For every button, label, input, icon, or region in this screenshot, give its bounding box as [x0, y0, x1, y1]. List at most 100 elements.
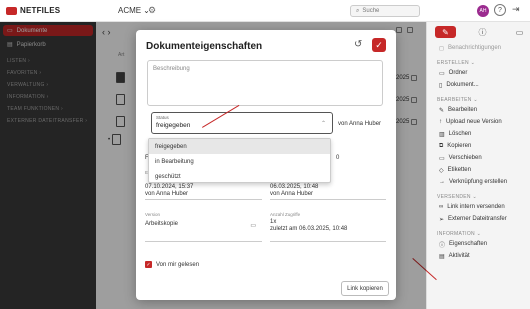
- upload-icon: ↑: [439, 119, 442, 125]
- version-value: Arbeitskopie: [145, 221, 179, 227]
- ordner-button[interactable]: ▭ Ordner: [427, 67, 530, 79]
- help-icon[interactable]: ?: [494, 4, 506, 16]
- kopieren-button[interactable]: ⧉ Kopieren: [427, 140, 530, 152]
- bell-icon: ◻: [439, 45, 444, 52]
- externer-transfer-button[interactable]: ➢ Externer Dateitransfer: [427, 213, 530, 225]
- changed-by: von Anna Huber: [270, 191, 314, 197]
- chevron-up-icon: ⌃: [320, 121, 326, 127]
- verschieben-button[interactable]: ▭ Verschieben: [427, 152, 530, 164]
- panel-tabs: ✎ ⓘ ▭: [427, 22, 530, 42]
- aktivitaet-button[interactable]: ▤ Aktivität: [427, 250, 530, 262]
- search-placeholder: Suche: [362, 8, 380, 14]
- item-label: Ordner: [448, 70, 468, 76]
- item-label: Etiketten: [447, 167, 471, 173]
- link-arrow-icon: →: [439, 179, 445, 185]
- option-geschuetzt[interactable]: geschützt: [149, 169, 330, 184]
- option-in-bearbeitung[interactable]: in Bearbeitung: [149, 154, 330, 169]
- status-label: Status: [156, 115, 169, 120]
- trash-icon: ▥: [439, 131, 445, 138]
- hidden-value: 0: [336, 155, 340, 161]
- comment-tab-icon[interactable]: ▭: [509, 26, 530, 38]
- description-placeholder: Beschreibung: [153, 66, 190, 72]
- section-label: ERSTELLEN: [437, 59, 469, 66]
- item-label: Upload neue Version: [446, 119, 502, 125]
- status-dropdown: freigegeben in Bearbeitung geschützt: [148, 138, 331, 183]
- link-icon: ∞: [439, 204, 444, 210]
- benachrichtigungen-button[interactable]: ◻ Benachrichtigungen: [427, 42, 530, 54]
- copy-link-button[interactable]: Link kopieren: [341, 281, 389, 296]
- search-icon: ⌕: [356, 7, 360, 14]
- dokument-button[interactable]: ▯ Dokument...: [427, 79, 530, 91]
- checkbox-checked-icon: ✓: [145, 261, 152, 268]
- section-label: BEARBEITEN: [437, 96, 472, 103]
- link-intern-button[interactable]: ∞ Link intern versenden: [427, 201, 530, 213]
- check-icon: ✓: [375, 39, 383, 50]
- access-count: 1x: [270, 219, 277, 225]
- section-versenden[interactable]: VERSENDEN ⌄: [427, 192, 530, 201]
- changed-date: 06.03.2025, 10:48: [270, 184, 319, 190]
- copy-icon: ⧉: [439, 142, 444, 149]
- section-bearbeiten[interactable]: BEARBEITEN ⌄: [427, 95, 530, 104]
- top-bar: NETFILES ACME ⌄ ⚙ ⌕ Suche AH ? ⇥: [0, 0, 530, 22]
- eigenschaften-button[interactable]: ⓘ Eigenschaften: [427, 238, 530, 250]
- status-value: freigegeben: [156, 122, 191, 129]
- gear-icon[interactable]: ⚙: [148, 5, 156, 16]
- info-icon: ⓘ: [439, 242, 446, 249]
- lock-icon: ▭: [250, 223, 256, 229]
- item-label: Verknüpfung erstellen: [449, 179, 508, 185]
- item-label: Aktivität: [448, 253, 470, 259]
- dialog-title: Dokumenteigenschaften: [146, 41, 263, 52]
- move-icon: ▭: [439, 155, 445, 162]
- search-input[interactable]: ⌕ Suche: [350, 5, 420, 17]
- item-label: Dokument...: [446, 82, 479, 88]
- section-erstellen[interactable]: ERSTELLEN ⌄: [427, 58, 530, 67]
- item-label: Eigenschaften: [449, 241, 488, 247]
- logo-icon: [6, 6, 17, 15]
- item-label: Kopieren: [447, 143, 472, 149]
- description-field[interactable]: Beschreibung: [147, 60, 383, 106]
- logout-icon[interactable]: ⇥: [512, 4, 520, 15]
- access-last: zuletzt am 06.03.2025, 10:48: [270, 226, 348, 232]
- send-icon: ➢: [439, 216, 445, 223]
- read-checkbox[interactable]: ✓ Von mir gelesen: [145, 261, 199, 268]
- document-icon: ▯: [439, 82, 443, 89]
- option-freigegeben[interactable]: freigegeben: [149, 139, 330, 154]
- info-tab-icon[interactable]: ⓘ: [472, 26, 493, 38]
- item-label: Verschieben: [448, 155, 482, 161]
- properties-dialog: Dokumenteigenschaften ↺ ✓ Beschreibung S…: [136, 30, 396, 300]
- undo-icon[interactable]: ↺: [354, 39, 362, 50]
- item-label: Benachrichtigungen: [447, 45, 502, 51]
- access-label: Anzahl Zugriffe: [270, 212, 301, 217]
- folder-icon: ▭: [439, 70, 445, 77]
- item-label: Link intern versenden: [447, 204, 505, 210]
- item-label: Bearbeiten: [448, 107, 478, 113]
- access-field: Anzahl Zugriffe 1x zuletzt am 06.03.2025…: [270, 212, 386, 242]
- section-label: VERSENDEN: [437, 193, 471, 200]
- owner-text: von Anna Huber: [338, 121, 382, 127]
- edit-tab-icon[interactable]: ✎: [435, 26, 456, 38]
- bearbeiten-button[interactable]: ✎ Bearbeiten: [427, 104, 530, 116]
- netfiles-logo[interactable]: NETFILES: [6, 6, 60, 15]
- right-panel: ✎ ⓘ ▭ ◻ Benachrichtigungen ERSTELLEN ⌄ ▭ O…: [426, 22, 530, 309]
- etiketten-button[interactable]: ◇ Etiketten: [427, 164, 530, 176]
- version-label: Version: [145, 212, 161, 217]
- upload-button[interactable]: ↑ Upload neue Version: [427, 116, 530, 128]
- pencil-icon: ✎: [439, 107, 445, 114]
- version-field[interactable]: Version Arbeitskopie ▭: [145, 212, 262, 242]
- workspace-name: ACME: [118, 6, 142, 15]
- tag-icon: ◇: [439, 167, 444, 174]
- workspace-selector[interactable]: ACME ⌄: [118, 6, 150, 15]
- activity-icon: ▤: [439, 253, 445, 260]
- created-date: 07.10.2024, 15:37: [145, 184, 194, 190]
- section-label: INFORMATION: [437, 230, 475, 237]
- status-select[interactable]: Status freigegeben ⌃: [151, 112, 333, 134]
- avatar[interactable]: AH: [477, 5, 489, 17]
- verknuepfung-button[interactable]: → Verknüpfung erstellen: [427, 176, 530, 188]
- logo-text: NETFILES: [20, 6, 61, 15]
- created-by: von Anna Huber: [145, 191, 189, 197]
- loeschen-button[interactable]: ▥ Löschen: [427, 128, 530, 140]
- section-information[interactable]: INFORMATION ⌄: [427, 229, 530, 238]
- read-label: Von mir gelesen: [156, 261, 200, 268]
- confirm-button[interactable]: ✓: [372, 38, 386, 52]
- item-label: Externer Dateitransfer: [448, 216, 507, 222]
